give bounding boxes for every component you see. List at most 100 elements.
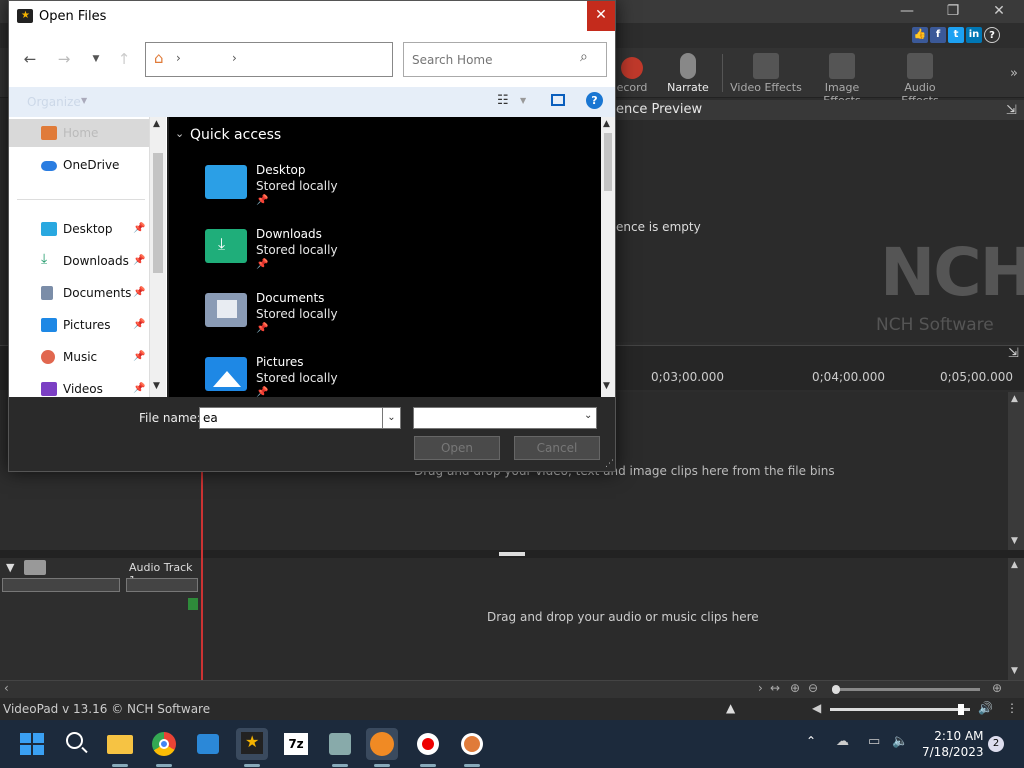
track-pan-slider[interactable] xyxy=(126,578,198,592)
track-splitter[interactable] xyxy=(0,550,1024,558)
file-list-scrollbar[interactable]: ▲ ▼ xyxy=(601,117,615,397)
zoom-in-icon[interactable]: ⊕ xyxy=(790,681,800,695)
network-icon[interactable]: ☁ xyxy=(836,734,849,749)
file-name-input[interactable] xyxy=(199,407,383,429)
toolbar-more-icon[interactable]: » xyxy=(1010,66,1018,81)
photos-icon[interactable] xyxy=(192,728,224,760)
scroll-right-icon[interactable]: › xyxy=(758,681,763,695)
quick-access-item-documents[interactable]: Documents Stored locally 📌 xyxy=(205,289,405,345)
pin-icon[interactable]: 📌 xyxy=(133,223,145,234)
expand-up-icon[interactable]: ▲ xyxy=(726,701,735,715)
view-options-icon[interactable]: ☷ xyxy=(497,93,509,108)
scroll-down-icon[interactable]: ▼ xyxy=(153,381,160,391)
more-icon[interactable]: ⋮ xyxy=(1006,701,1018,715)
scrollbar-thumb[interactable] xyxy=(153,153,163,273)
pin-icon[interactable]: 📌 xyxy=(133,351,145,362)
track-volume-slider[interactable] xyxy=(2,578,120,592)
up-arrow-icon[interactable]: ↑ xyxy=(113,48,135,70)
nav-item-home[interactable]: Home xyxy=(9,119,149,147)
notification-badge[interactable]: 2 xyxy=(988,736,1004,752)
timeline-undock-icon[interactable]: ⇲ xyxy=(1008,346,1019,361)
videopad-taskbar-icon[interactable]: ★ xyxy=(236,728,268,767)
file-name-dropdown-chevron-icon[interactable]: ⌄ xyxy=(383,407,401,429)
collapse-track-icon[interactable]: ▼ xyxy=(6,561,14,574)
quick-access-item-desktop[interactable]: Desktop Stored locally 📌 xyxy=(205,161,405,217)
nav-item-documents[interactable]: Documents 📌 xyxy=(9,279,149,307)
7zip-icon[interactable]: 7z xyxy=(280,728,312,760)
zoom-slider[interactable] xyxy=(832,688,980,691)
linkedin-icon[interactable]: in xyxy=(966,27,982,43)
organize-button[interactable]: Organize xyxy=(27,95,81,109)
app-icon[interactable] xyxy=(324,728,356,767)
pin-icon[interactable]: 📌 xyxy=(133,287,145,298)
audio-track[interactable]: Drag and drop your audio or music clips … xyxy=(202,558,1008,680)
zoom-out-icon[interactable]: ⊖ xyxy=(808,681,818,695)
splitter-handle[interactable] xyxy=(499,552,525,556)
avast-icon[interactable] xyxy=(366,728,398,767)
forward-arrow-icon[interactable]: → xyxy=(53,48,75,70)
collapse-group-chevron-icon[interactable]: ⌄ xyxy=(175,127,184,140)
master-volume-thumb[interactable] xyxy=(958,704,964,715)
nav-item-downloads[interactable]: ⤓ Downloads 📌 xyxy=(9,247,149,275)
cancel-button[interactable]: Cancel xyxy=(514,436,600,460)
undock-icon[interactable]: ⇲ xyxy=(1006,101,1017,121)
view-chevron-icon[interactable]: ▼ xyxy=(520,96,526,105)
pin-icon[interactable]: 📌 xyxy=(133,319,145,330)
close-app-button[interactable]: ✕ xyxy=(976,0,1022,23)
open-button[interactable]: Open xyxy=(414,436,500,460)
zoom-slider-thumb[interactable] xyxy=(832,685,840,694)
display-icon[interactable]: ▭ xyxy=(868,734,880,749)
speaker-icon[interactable]: 🔈 xyxy=(892,734,908,749)
speaker-loud-icon[interactable]: 🔊 xyxy=(978,701,993,715)
zoom-search-icon[interactable]: ⊕ xyxy=(992,681,1002,695)
speaker-icon[interactable] xyxy=(24,560,46,575)
scrollbar-thumb[interactable] xyxy=(604,133,612,191)
pin-icon[interactable]: 📌 xyxy=(133,255,145,266)
dialog-titlebar[interactable]: ★ Open Files ✕ xyxy=(9,1,615,31)
search-input[interactable] xyxy=(412,51,576,69)
scroll-down-icon[interactable]: ▼ xyxy=(1011,536,1018,546)
screen-recorder-icon[interactable] xyxy=(412,728,444,767)
media-player-icon[interactable] xyxy=(456,728,488,767)
scroll-up-icon[interactable]: ▲ xyxy=(1011,560,1018,570)
navigation-pane-scrollbar[interactable]: ▲ ▼ xyxy=(149,117,166,397)
fit-timeline-icon[interactable]: ↔ xyxy=(770,681,780,695)
scroll-up-icon[interactable]: ▲ xyxy=(153,119,160,129)
help-icon[interactable]: ? xyxy=(984,27,1000,43)
scroll-down-icon[interactable]: ▼ xyxy=(1011,666,1018,676)
video-effects-button[interactable]: Video Effects xyxy=(730,53,802,97)
quick-access-header[interactable]: Quick access xyxy=(190,127,281,143)
scroll-up-icon[interactable]: ▲ xyxy=(1011,394,1018,404)
show-hidden-icons-chevron-icon[interactable]: ⌃ xyxy=(806,734,816,748)
nav-item-music[interactable]: Music 📌 xyxy=(9,343,149,371)
file-explorer-icon[interactable] xyxy=(104,728,136,767)
nav-item-onedrive[interactable]: OneDrive xyxy=(9,151,149,179)
back-arrow-icon[interactable]: ← xyxy=(19,48,41,70)
address-bar[interactable]: ⌂ › › xyxy=(145,42,393,77)
timeline-horizontal-scrollbar[interactable]: ‹ › ↔ ⊕ ⊖ ⊕ xyxy=(0,680,1024,698)
scroll-left-icon[interactable]: ‹ xyxy=(4,681,9,695)
scroll-up-icon[interactable]: ▲ xyxy=(603,119,610,129)
file-type-chevron-icon[interactable]: ⌄ xyxy=(584,410,592,421)
image-effects-button[interactable]: Image Effects xyxy=(805,53,879,107)
search-icon[interactable] xyxy=(60,728,92,760)
audio-effects-button[interactable]: Audio Effects xyxy=(884,53,956,107)
preview-pane-icon[interactable] xyxy=(551,94,565,106)
narrate-button[interactable]: Narrate xyxy=(662,53,714,97)
help-icon[interactable]: ? xyxy=(586,92,603,109)
file-type-select[interactable]: ⌄ xyxy=(413,407,597,429)
nav-item-pictures[interactable]: Pictures 📌 xyxy=(9,311,149,339)
maximize-button[interactable]: ❐ xyxy=(930,0,976,23)
dialog-close-button[interactable]: ✕ xyxy=(587,1,615,31)
recent-locations-chevron-icon[interactable]: ▼ xyxy=(85,48,107,70)
quick-access-item-downloads[interactable]: ⤓ Downloads Stored locally 📌 xyxy=(205,225,405,281)
master-volume-slider[interactable] xyxy=(830,708,970,711)
search-icon[interactable]: ⌕ xyxy=(580,49,588,65)
resize-grip-icon[interactable]: ⋰ xyxy=(605,459,614,469)
scroll-down-icon[interactable]: ▼ xyxy=(603,381,610,391)
audio-track-scrollbar[interactable]: ▲ ▼ xyxy=(1008,558,1024,680)
volume-icon[interactable]: ◀ xyxy=(812,701,821,715)
facebook-icon[interactable]: f xyxy=(930,27,946,43)
organize-chevron-icon[interactable]: ▼ xyxy=(81,96,87,105)
video-track-scrollbar[interactable]: ▲ ▼ xyxy=(1008,392,1024,550)
